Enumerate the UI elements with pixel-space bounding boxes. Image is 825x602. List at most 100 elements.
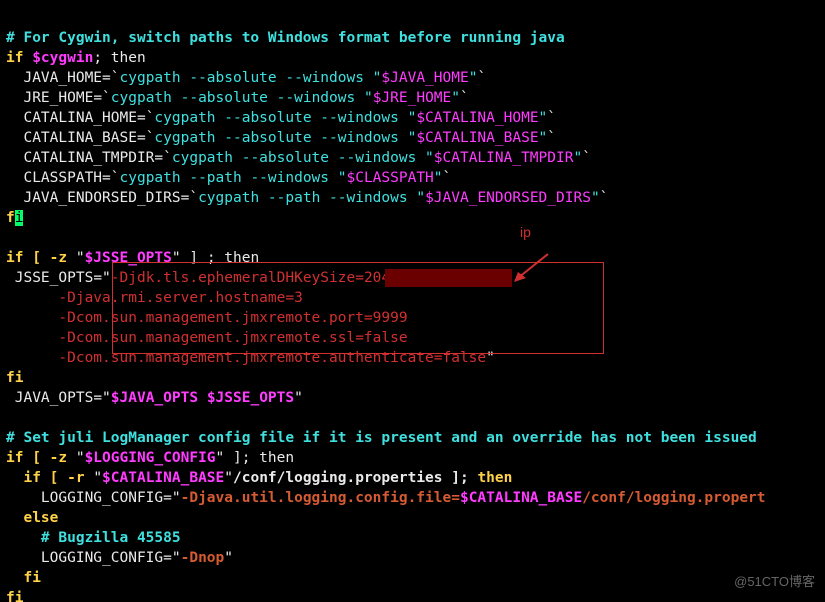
bq: ` [189, 190, 198, 206]
kw-fi: fi [6, 590, 23, 602]
var: $CATALINA_BASE [102, 470, 224, 486]
cmd: cygpath --absolute --windows [120, 70, 373, 86]
q: " [434, 170, 443, 186]
var: $LOGGING_CONFIG [85, 450, 216, 466]
q: " [224, 470, 233, 486]
cmd: cygpath --path --windows [198, 190, 416, 206]
var: $JAVA_HOME [381, 70, 468, 86]
var: $cygwin [32, 50, 93, 66]
opt: -Dcom.sun.management.jmxremote.authentic… [6, 350, 486, 366]
lhs: JSSE_OPTS [6, 270, 93, 286]
cmd: cygpath --absolute --windows [154, 130, 407, 146]
opt: -Djdk.tls.ephemeralDHKeySize=2048 [111, 270, 399, 286]
kw-fi-f: f [6, 210, 15, 226]
kw-if: if [6, 50, 32, 66]
eq: = [163, 550, 172, 566]
kw-fi: fi [6, 570, 41, 586]
bq: ` [547, 130, 556, 146]
bq: ` [111, 170, 120, 186]
kw-fi: fi [6, 370, 23, 386]
lhs: CATALINA_HOME [6, 110, 137, 126]
kw-if: if [ -z [6, 250, 76, 266]
var: $JSSE_OPTS [85, 250, 172, 266]
lhs: JRE_HOME [6, 90, 93, 106]
bq: ` [600, 190, 609, 206]
kw-else: else [6, 510, 58, 526]
cmd: cygpath --absolute --windows [172, 150, 425, 166]
terminal-viewport[interactable]: # For Cygwin, switch paths to Windows fo… [0, 0, 825, 602]
eq: = [154, 150, 163, 166]
bq: ` [163, 150, 172, 166]
q: " [76, 250, 85, 266]
comment: # For Cygwin, switch paths to Windows fo… [6, 30, 565, 46]
bq: ` [477, 70, 486, 86]
var: $JAVA_ENDORSED_DIRS [425, 190, 591, 206]
comment: # Bugzilla 45585 [6, 530, 181, 546]
eq: = [137, 130, 146, 146]
q: " [294, 390, 303, 406]
var: $CATALINA_BASE [416, 130, 538, 146]
q: " [93, 470, 102, 486]
bq: ` [460, 90, 469, 106]
val: /conf/logging.propert [582, 490, 765, 506]
q: " [425, 150, 434, 166]
cmd: cygpath --absolute --windows [154, 110, 407, 126]
q: " [486, 350, 495, 366]
eq: = [93, 270, 102, 286]
q: " [102, 270, 111, 286]
opt: -Dcom.sun.management.jmxremote.port=9999 [6, 310, 408, 326]
kw-if: if [ -z [6, 450, 76, 466]
q: " [364, 90, 373, 106]
eq: = [163, 490, 172, 506]
q: " [76, 450, 85, 466]
annotation-label: ip [520, 222, 531, 242]
q: " [591, 190, 600, 206]
txt: ] ; then [181, 250, 260, 266]
txt: ; then [93, 50, 145, 66]
code-block: # For Cygwin, switch paths to Windows fo… [6, 28, 819, 602]
q: " [172, 550, 181, 566]
cmd: cygpath --absolute --windows [111, 90, 364, 106]
var: $JAVA_OPTS [111, 390, 198, 406]
val: -Dnop [181, 550, 225, 566]
eq: = [102, 70, 111, 86]
lhs: JAVA_OPTS [6, 390, 93, 406]
eq: = [102, 170, 111, 186]
var: $CATALINA_BASE [460, 490, 582, 506]
bq: ` [582, 150, 591, 166]
q: " [573, 150, 582, 166]
q: " [172, 490, 181, 506]
opt: -Djava.rmi.server.hostname=3 [6, 290, 303, 306]
lhs: CATALINA_BASE [6, 130, 137, 146]
lhs: CLASSPATH [6, 170, 102, 186]
q: " [172, 250, 181, 266]
cmd: cygpath --path --windows [120, 170, 338, 186]
q: " [416, 190, 425, 206]
txt: /conf/logging.properties ]; [233, 470, 477, 486]
q: " [216, 450, 225, 466]
bq: ` [547, 110, 556, 126]
lhs: JAVA_HOME [6, 70, 102, 86]
q: " [451, 90, 460, 106]
lhs: JAVA_ENDORSED_DIRS [6, 190, 181, 206]
kw-if: if [ -r [6, 470, 93, 486]
var: $CATALINA_HOME [416, 110, 538, 126]
q: " [224, 550, 233, 566]
sp [198, 390, 207, 406]
bq: ` [102, 90, 111, 106]
q: " [539, 110, 548, 126]
lhs: LOGGING_CONFIG [6, 490, 163, 506]
var: $JRE_HOME [373, 90, 452, 106]
var: $JSSE_OPTS [207, 390, 294, 406]
var: $CATALINA_TMPDIR [434, 150, 574, 166]
cursor: i [15, 210, 24, 226]
kw-then: then [477, 470, 512, 486]
eq: = [93, 390, 102, 406]
lhs: LOGGING_CONFIG [6, 550, 163, 566]
bq: ` [443, 170, 452, 186]
opt: -Dcom.sun.management.jmxremote.ssl=false [6, 330, 408, 346]
val: -Djava.util.logging.config.file= [181, 490, 460, 506]
bq: ` [111, 70, 120, 86]
lhs: CATALINA_TMPDIR [6, 150, 154, 166]
eq: = [137, 110, 146, 126]
